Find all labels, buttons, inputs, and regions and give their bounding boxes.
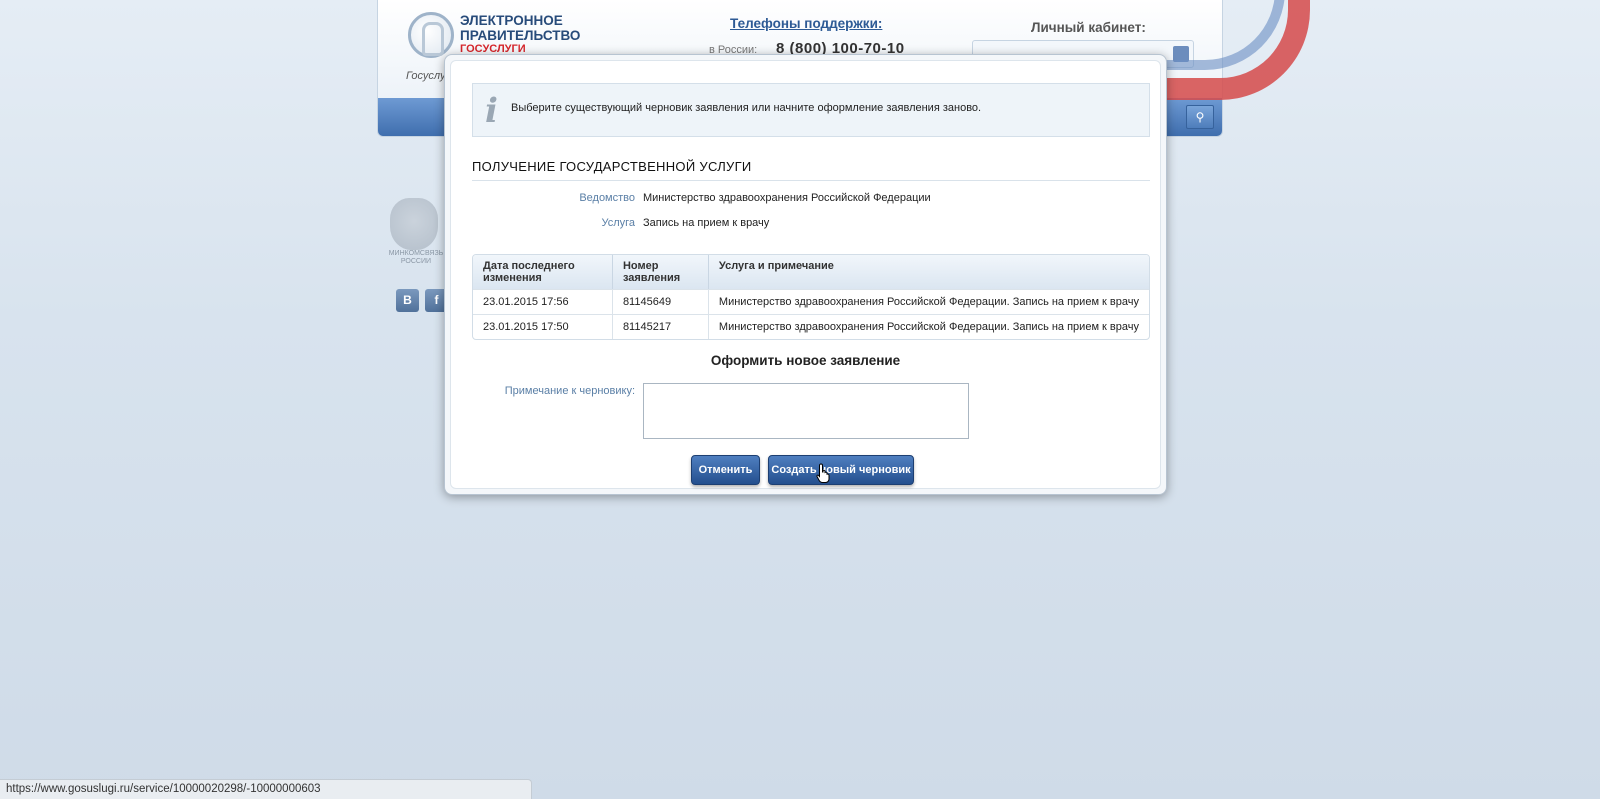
- draft-service[interactable]: Министерство здравоохранения Российской …: [708, 289, 1149, 314]
- logo-line1: ЭЛЕКТРОННОЕ: [460, 13, 563, 28]
- gosuslugi-logo-icon[interactable]: [408, 12, 454, 58]
- draft-date[interactable]: 23.01.2015 17:56: [473, 289, 613, 314]
- section-title: ПОЛУЧЕНИЕ ГОСУДАРСТВЕННОЙ УСЛУГИ: [472, 159, 1150, 181]
- department-label: Ведомство: [579, 192, 635, 204]
- info-message: i Выберите существующий черновик заявлен…: [472, 83, 1150, 137]
- vk-icon[interactable]: В: [396, 289, 419, 312]
- draft-note-input[interactable]: [643, 383, 969, 439]
- dialog-body: i Выберите существующий черновик заявлен…: [450, 60, 1161, 489]
- logo-caption: Госуслу: [406, 70, 446, 82]
- drafts-table: Дата последнего изменения Номер заявлени…: [472, 254, 1150, 340]
- cabinet-title: Личный кабинет:: [1031, 20, 1146, 35]
- column-header-date: Дата последнего изменения: [473, 255, 613, 289]
- service-value: Запись на прием к врачу: [643, 217, 770, 229]
- draft-service[interactable]: Министерство здравоохранения Российской …: [708, 314, 1149, 339]
- emblem-caption: МИНКОМСВЯЗЬ РОССИИ: [388, 250, 444, 265]
- table-row[interactable]: 23.01.2015 17:56 81145649 Министерство з…: [473, 289, 1149, 314]
- new-application-title: Оформить новое заявление: [710, 353, 901, 368]
- table-header-row: Дата последнего изменения Номер заявлени…: [473, 255, 1149, 289]
- cancel-button[interactable]: Отменить: [691, 455, 760, 485]
- draft-note-label: Примечание к черновику:: [504, 385, 635, 397]
- coat-of-arms-icon[interactable]: [390, 198, 438, 250]
- draft-number[interactable]: 81145217: [612, 314, 709, 339]
- browser-status-bar: https://www.gosuslugi.ru/service/1000002…: [0, 779, 532, 799]
- logo-text[interactable]: ЭЛЕКТРОННОЕ ПРАВИТЕЛЬСТВО: [460, 13, 580, 43]
- draft-number[interactable]: 81145649: [612, 289, 709, 314]
- info-text: Выберите существующий черновик заявления…: [511, 102, 982, 114]
- table-row[interactable]: 23.01.2015 17:50 81145217 Министерство з…: [473, 314, 1149, 339]
- column-header-number: Номер заявления: [612, 255, 709, 289]
- info-icon: i: [485, 91, 498, 131]
- logo-line2: ПРАВИТЕЛЬСТВО: [460, 28, 581, 43]
- department-value: Министерство здравоохранения Российской …: [643, 192, 931, 204]
- draft-date[interactable]: 23.01.2015 17:50: [473, 314, 613, 339]
- draft-selection-dialog: i Выберите существующий черновик заявлен…: [444, 54, 1167, 495]
- support-phones-link[interactable]: Телефоны поддержки:: [730, 16, 882, 31]
- create-draft-button[interactable]: Создать новый черновик: [768, 455, 914, 485]
- hand-cursor-icon: [816, 463, 830, 483]
- service-label: Услуга: [601, 217, 635, 229]
- search-button[interactable]: ⚲: [1186, 105, 1214, 129]
- search-icon: ⚲: [1195, 110, 1205, 124]
- column-header-service: Услуга и примечание: [708, 255, 1149, 289]
